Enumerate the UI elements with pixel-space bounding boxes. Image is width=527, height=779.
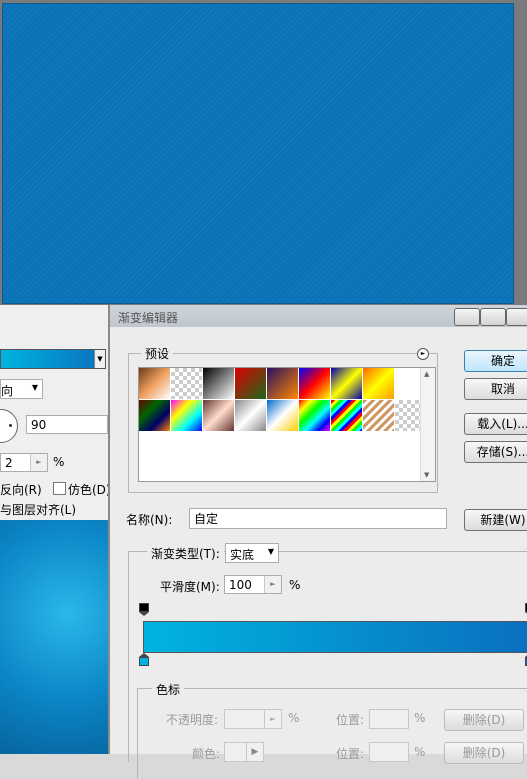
chevron-down-icon: ▼: [267, 547, 274, 556]
gradient-picker[interactable]: ▼: [0, 349, 106, 369]
minimize-button[interactable]: [454, 308, 480, 326]
preset-swatch[interactable]: [267, 368, 298, 399]
gradient-options-panel: ▼ 向 ▼ 90 2 ► % 反向(R) 仿色(D) 与图层对齐(L): [0, 305, 114, 520]
new-button[interactable]: 新建(W): [464, 509, 527, 531]
gradient-preview-canvas: [0, 0, 527, 305]
preset-swatch[interactable]: [139, 368, 170, 399]
gradient-type-group: 渐变类型(T): 实底 ▼ 平滑度(M): 100 ► % 色标 不透明度: ►…: [128, 543, 527, 779]
opacity-location-percent: %: [414, 711, 426, 725]
maximize-button[interactable]: [480, 308, 506, 326]
presets-group: 预设 ► ▲ ▼: [128, 345, 438, 493]
spin-right-icon[interactable]: ►: [264, 576, 281, 593]
dialog-title-bar[interactable]: 渐变编辑器: [110, 305, 527, 327]
color-stop-left[interactable]: [139, 653, 149, 667]
gradient-type-value: 实底: [230, 548, 255, 562]
gradient-editor-dialog: 渐变编辑器 预设 ► ▲ ▼ 确定 取消 载入(L)... 存储(S)... 名…: [108, 305, 527, 779]
preset-swatch[interactable]: [203, 368, 234, 399]
dither-label[interactable]: 仿色(D): [68, 481, 111, 498]
presets-menu-icon[interactable]: ►: [417, 348, 429, 360]
smoothness-value: 100: [229, 578, 252, 592]
preset-swatch[interactable]: [171, 400, 202, 431]
gradient-type-select[interactable]: 实底 ▼: [225, 543, 279, 563]
preset-swatch[interactable]: [171, 368, 202, 399]
align-layer-label[interactable]: 与图层对齐(L): [0, 501, 76, 518]
scroll-down-icon[interactable]: ▼: [424, 471, 429, 479]
gradient-bar[interactable]: [143, 621, 527, 653]
scale-value: 2: [5, 456, 13, 470]
blue-gradient-fill: [3, 4, 513, 303]
dither-checkbox[interactable]: [53, 482, 66, 495]
preset-swatch[interactable]: [363, 400, 394, 431]
opacity-input: ►: [224, 709, 282, 729]
preset-swatch[interactable]: [235, 368, 266, 399]
direction-select[interactable]: 向 ▼: [0, 379, 43, 399]
dialog-title: 渐变编辑器: [118, 311, 179, 325]
smoothness-label: 平滑度(M):: [160, 580, 220, 594]
opacity-location-input: [369, 709, 409, 729]
opacity-stop-left[interactable]: [139, 603, 149, 617]
spin-right-icon: ▶: [246, 743, 263, 761]
opacity-location-label: 位置:: [336, 713, 365, 727]
spin-right-icon[interactable]: ►: [30, 454, 47, 471]
close-button[interactable]: [506, 308, 527, 326]
color-stops-group: 色标 不透明度: ► % 位置: % 删除(D) 颜色: ▶ 位置: % 删除(…: [137, 681, 527, 779]
preset-swatch[interactable]: [331, 368, 362, 399]
color-location-input: [369, 742, 409, 762]
preset-swatch[interactable]: [267, 400, 298, 431]
gradient-type-label: 渐变类型(T):: [147, 545, 224, 562]
name-input[interactable]: 自定: [189, 508, 447, 529]
delete-opacity-button: 删除(D): [444, 709, 524, 731]
color-swatch-input: ▶: [224, 742, 264, 762]
color-location-percent: %: [414, 745, 426, 759]
reverse-label[interactable]: 反向(R): [0, 481, 42, 498]
chevron-down-icon[interactable]: ▼: [94, 350, 105, 368]
save-button[interactable]: 存储(S)...: [464, 441, 527, 463]
preset-swatch[interactable]: [331, 400, 362, 431]
load-button[interactable]: 载入(L)...: [464, 413, 527, 435]
ok-button[interactable]: 确定: [464, 350, 527, 372]
scroll-up-icon[interactable]: ▲: [424, 370, 429, 378]
presets-scrollbar[interactable]: ▲ ▼: [420, 368, 435, 481]
chevron-down-icon: ▼: [31, 383, 38, 392]
angle-input[interactable]: 90: [26, 415, 108, 434]
spin-right-icon: ►: [264, 710, 281, 728]
preset-swatch[interactable]: [203, 400, 234, 431]
scale-percent: %: [53, 455, 65, 469]
presets-label: 预设: [141, 345, 174, 362]
preset-swatch[interactable]: [299, 400, 330, 431]
color-stops-label: 色标: [152, 681, 185, 698]
opacity-percent: %: [288, 711, 300, 725]
presets-list: ▲ ▼: [138, 367, 436, 482]
preset-swatch[interactable]: [299, 368, 330, 399]
preset-swatch[interactable]: [363, 368, 394, 399]
name-label: 名称(N):: [126, 513, 173, 527]
preset-swatch[interactable]: [139, 400, 170, 431]
delete-color-button: 删除(D): [444, 742, 524, 764]
smoothness-percent: %: [289, 578, 301, 592]
smoothness-input[interactable]: 100 ►: [224, 575, 282, 594]
angle-dial[interactable]: [0, 409, 18, 443]
preset-swatch[interactable]: [235, 400, 266, 431]
scale-input[interactable]: 2 ►: [0, 453, 48, 472]
cancel-button[interactable]: 取消: [464, 378, 527, 400]
direction-value: 向: [1, 384, 14, 398]
opacity-label: 不透明度:: [166, 713, 219, 727]
canvas-blue-area: [0, 520, 113, 754]
